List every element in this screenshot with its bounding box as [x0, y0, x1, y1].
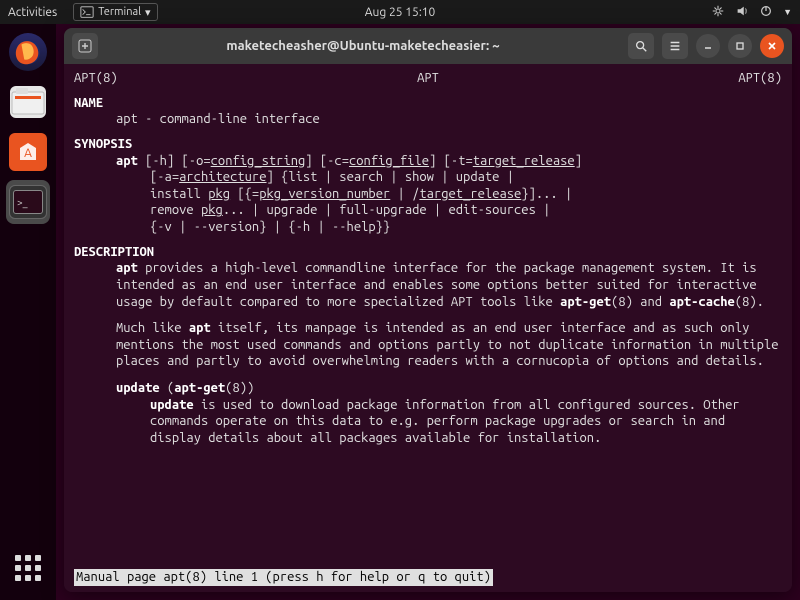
close-icon	[766, 40, 778, 52]
dock: A >_	[0, 24, 56, 600]
network-icon[interactable]	[711, 4, 725, 21]
man-header-center: APT	[417, 70, 439, 87]
man-header: APT(8) APT APT(8)	[74, 70, 782, 87]
plus-icon	[78, 39, 92, 53]
terminal-window: maketecheasher@Ubuntu-maketecheasier: ~ …	[64, 28, 792, 592]
window-titlebar: maketecheasher@Ubuntu-maketecheasier: ~	[64, 28, 792, 64]
power-icon[interactable]	[759, 4, 773, 21]
minimize-icon	[702, 40, 714, 52]
dock-software[interactable]: A	[6, 130, 50, 174]
man-header-right: APT(8)	[738, 70, 782, 87]
gnome-topbar: Activities Terminal ▾ Aug 25 15:10 ▼	[0, 0, 800, 24]
app-menu-label: Terminal	[98, 6, 141, 18]
search-button[interactable]	[628, 33, 654, 59]
app-menu[interactable]: Terminal ▾	[73, 3, 157, 21]
dock-terminal[interactable]: >_	[6, 180, 50, 224]
dock-firefox[interactable]	[6, 30, 50, 74]
dock-files[interactable]	[6, 80, 50, 124]
synopsis-line4: remove pkg... | upgrade | full-upgrade |…	[74, 202, 782, 219]
minimize-button[interactable]	[696, 34, 720, 58]
desc-p2: Much like apt itself, its manpage is int…	[74, 320, 782, 370]
desc-p1: apt provides a high-level commandline in…	[74, 260, 782, 310]
new-tab-button[interactable]	[72, 33, 98, 59]
man-header-left: APT(8)	[74, 70, 118, 87]
synopsis-line5: {-v | --version} | {-h | --help}}	[74, 219, 782, 236]
update-heading: update (apt-get(8))	[74, 380, 782, 397]
synopsis-line3: install pkg [{=pkg_version_number | /tar…	[74, 186, 782, 203]
section-name: NAME	[74, 95, 782, 112]
synopsis-line1: apt [-h] [-o=config_string] [-c=config_f…	[74, 153, 782, 170]
chevron-down-icon: ▾	[145, 6, 151, 19]
volume-icon[interactable]	[735, 4, 749, 21]
search-icon	[634, 39, 648, 53]
clock[interactable]: Aug 25 15:10	[365, 6, 436, 19]
terminal-icon: >_	[13, 190, 43, 214]
maximize-icon	[734, 40, 746, 52]
show-applications-button[interactable]	[6, 546, 50, 590]
hamburger-icon	[668, 39, 682, 53]
chevron-down-icon[interactable]: ▼	[783, 7, 792, 17]
close-button[interactable]	[760, 34, 784, 58]
section-description: DESCRIPTION	[74, 244, 782, 261]
name-text: apt - command-line interface	[74, 111, 782, 128]
terminal-icon	[80, 5, 94, 19]
terminal-content[interactable]: APT(8) APT APT(8) NAME apt - command-lin…	[64, 64, 792, 592]
files-icon	[10, 86, 46, 118]
update-text: update is used to download package infor…	[74, 397, 782, 447]
svg-text:A: A	[24, 147, 32, 160]
section-synopsis: SYNOPSIS	[74, 136, 782, 153]
synopsis-line2: [-a=architecture] {list | search | show …	[74, 169, 782, 186]
software-icon: A	[16, 140, 40, 164]
window-title: maketecheasher@Ubuntu-maketecheasier: ~	[104, 39, 622, 53]
pager-status: Manual page apt(8) line 1 (press h for h…	[74, 569, 493, 586]
maximize-button[interactable]	[728, 34, 752, 58]
firefox-icon	[13, 37, 43, 67]
menu-button[interactable]	[662, 33, 688, 59]
activities-button[interactable]: Activities	[8, 6, 57, 19]
